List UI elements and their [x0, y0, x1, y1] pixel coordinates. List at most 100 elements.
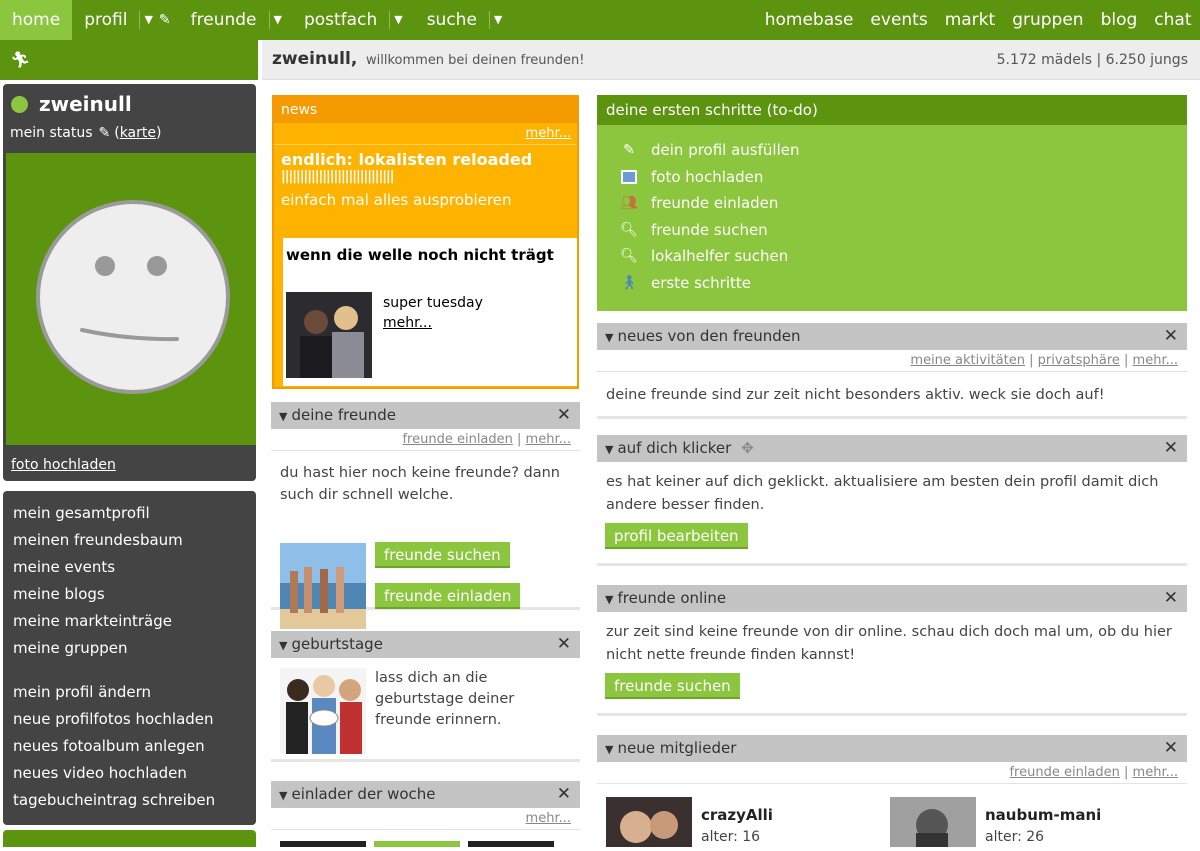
- member-name-1[interactable]: crazyAlli: [701, 806, 773, 824]
- menu-item-tagebuch[interactable]: tagebucheintrag schreiben: [3, 787, 256, 814]
- news-card-image[interactable]: [286, 292, 372, 378]
- nav-events[interactable]: events: [862, 0, 936, 40]
- einlader-photo-1[interactable]: [280, 841, 366, 847]
- member-avatar-2[interactable]: [890, 797, 976, 847]
- freunde-dropdown-icon[interactable]: ▼: [268, 11, 288, 29]
- klicker-panel-header[interactable]: ▼ auf dich klicker ✥ ✕: [597, 435, 1187, 462]
- klicker-panel-title: auf dich klicker: [617, 439, 732, 457]
- menu-item-blogs[interactable]: meine blogs: [3, 581, 256, 608]
- todo-item-foto[interactable]: foto hochladen: [597, 164, 1187, 191]
- menu-item-profil-aendern[interactable]: mein profil ändern: [3, 679, 256, 706]
- nav-home[interactable]: home: [0, 0, 73, 40]
- member-photo-icon: [890, 797, 976, 847]
- meine-aktivitaeten-link[interactable]: meine aktivitäten: [910, 353, 1025, 368]
- people-photo-icon: [286, 292, 372, 378]
- nav-freunde[interactable]: freunde: [179, 0, 269, 40]
- news-more[interactable]: mehr...: [526, 126, 571, 141]
- collapse-triangle-icon[interactable]: ▼: [279, 410, 287, 423]
- collapse-triangle-icon[interactable]: ▼: [279, 789, 287, 802]
- news-subline: einfach mal alles ausprobieren: [281, 191, 512, 209]
- karte-link[interactable]: karte: [120, 125, 156, 141]
- avatar[interactable]: [6, 153, 256, 445]
- geburtstage-panel-header[interactable]: ▼ geburtstage ✕: [271, 631, 580, 658]
- collapse-triangle-icon[interactable]: ▼: [605, 443, 613, 456]
- collapse-triangle-icon[interactable]: ▼: [605, 593, 613, 606]
- menu-item-gesamtprofil[interactable]: mein gesamtprofil: [3, 500, 256, 527]
- menu-item-gruppen[interactable]: meine gruppen: [3, 635, 256, 662]
- nav-chat[interactable]: chat: [1146, 0, 1200, 40]
- move-handle-icon[interactable]: ✥: [741, 439, 754, 457]
- menu-item-video[interactable]: neues video hochladen: [3, 760, 256, 787]
- einlader-more-link[interactable]: mehr...: [526, 811, 571, 826]
- nav-markt[interactable]: markt: [936, 0, 1003, 40]
- todo-item-lokalhelfer[interactable]: 🔍︎ lokalhelfer suchen: [597, 243, 1187, 270]
- freunde-text: du hast hier noch keine freunde? dann su…: [280, 465, 560, 503]
- menu-item-fotoalbum[interactable]: neues fotoalbum anlegen: [3, 733, 256, 760]
- neues-more-link[interactable]: mehr...: [1133, 353, 1178, 368]
- todo-item-suchen[interactable]: 🔍︎ freunde suchen: [597, 217, 1187, 244]
- news-card: wenn die welle noch nicht trägt super tu…: [283, 238, 577, 386]
- online-freunde-suchen-button-wrap: freunde suchen: [605, 673, 740, 699]
- news-headline[interactable]: endlich: lokalisten reloaded: [274, 150, 577, 169]
- online-panel-header[interactable]: ▼ freunde online ✕: [597, 585, 1187, 612]
- foto-hochladen-link[interactable]: foto hochladen: [11, 457, 116, 473]
- privatsphaere-link[interactable]: privatsphäre: [1038, 353, 1120, 368]
- close-icon[interactable]: ✕: [557, 402, 571, 429]
- todo-item-einladen[interactable]: 👥︎ freunde einladen: [597, 190, 1187, 217]
- todo-panel: deine ersten schritte (to-do) ✎ dein prof…: [597, 95, 1187, 311]
- online-freunde-suchen-button[interactable]: freunde suchen: [605, 673, 740, 699]
- edit-status-pencil-icon[interactable]: ✎: [98, 125, 110, 141]
- einlader-panel-title: einlader der woche: [291, 785, 436, 803]
- mitglieder-more-link[interactable]: mehr...: [1133, 765, 1178, 780]
- nav-postfach[interactable]: postfach: [288, 0, 389, 40]
- running-figure-icon[interactable]: 🏃︎: [10, 50, 30, 69]
- status-label: mein status: [10, 125, 93, 141]
- close-icon[interactable]: ✕: [1164, 323, 1178, 350]
- member-avatar-1[interactable]: [606, 797, 692, 847]
- member-name-2[interactable]: naubum-mani: [985, 806, 1101, 824]
- suche-dropdown-icon[interactable]: ▼: [488, 11, 508, 29]
- freunde-einladen-button[interactable]: freunde einladen: [375, 583, 521, 609]
- todo-item-profil[interactable]: ✎ dein profil ausfüllen: [597, 137, 1187, 164]
- close-icon[interactable]: ✕: [1164, 585, 1178, 612]
- geburtstage-panel: ▼ geburtstage ✕ lass dich an die geburtsta…: [271, 631, 580, 762]
- collapse-triangle-icon[interactable]: ▼: [605, 331, 613, 344]
- nav-gruppen[interactable]: gruppen: [1004, 0, 1092, 40]
- mitglieder-einladen-link[interactable]: freunde einladen: [1009, 765, 1119, 780]
- todo-item-label: freunde einladen: [651, 194, 779, 213]
- nav-homebase[interactable]: homebase: [756, 0, 862, 40]
- todo-item-label: lokalhelfer suchen: [651, 247, 789, 266]
- close-icon[interactable]: ✕: [1164, 435, 1178, 462]
- menu-item-profilfotos[interactable]: neue profilfotos hochladen: [3, 706, 256, 733]
- close-icon[interactable]: ✕: [1164, 735, 1178, 762]
- menu-item-events[interactable]: meine events: [3, 554, 256, 581]
- freunde-panel-header[interactable]: ▼ deine freunde ✕: [271, 402, 580, 429]
- nav-blog[interactable]: blog: [1092, 0, 1146, 40]
- news-card-more-link[interactable]: mehr...: [383, 313, 483, 333]
- nav-profil[interactable]: profil: [72, 0, 139, 40]
- profil-dropdown-icon[interactable]: ▼: [139, 11, 158, 29]
- klicker-text: es hat keiner auf dich geklickt. aktuali…: [606, 474, 1159, 513]
- einlader-photo-3[interactable]: [468, 841, 554, 847]
- postfach-dropdown-icon[interactable]: ▼: [389, 11, 408, 29]
- einlader-panel-links: mehr...: [271, 808, 580, 830]
- close-icon[interactable]: ✕: [557, 631, 571, 658]
- close-icon[interactable]: ✕: [557, 781, 571, 808]
- edit-pencil-icon[interactable]: ✎: [159, 12, 171, 28]
- mitglieder-panel-header[interactable]: ▼ neue mitglieder ✕: [597, 735, 1187, 762]
- menu-item-freundesbaum[interactable]: meinen freundesbaum: [3, 527, 256, 554]
- menu-item-markteintraege[interactable]: meine markteinträge: [3, 608, 256, 635]
- todo-item-erste-schritte[interactable]: 🚶︎ erste schritte: [597, 270, 1187, 297]
- collapse-triangle-icon[interactable]: ▼: [605, 743, 613, 756]
- freunde-einladen-link[interactable]: freunde einladen: [402, 432, 512, 447]
- einlader-panel-header[interactable]: ▼ einlader der woche ✕: [271, 781, 580, 808]
- einlader-photo-2[interactable]: [374, 841, 460, 847]
- profil-bearbeiten-button[interactable]: profil bearbeiten: [605, 523, 748, 549]
- neues-panel-header[interactable]: ▼ neues von den freunden ✕: [597, 323, 1187, 350]
- collapse-triangle-icon[interactable]: ▼: [279, 639, 287, 652]
- magnifier-icon: 🔍︎: [620, 221, 638, 238]
- nav-suche[interactable]: suche: [409, 0, 489, 40]
- neues-text: deine freunde sind zur zeit nicht besond…: [606, 387, 1105, 403]
- freunde-suchen-button[interactable]: freunde suchen: [375, 542, 510, 568]
- freunde-more-link[interactable]: mehr...: [526, 432, 571, 447]
